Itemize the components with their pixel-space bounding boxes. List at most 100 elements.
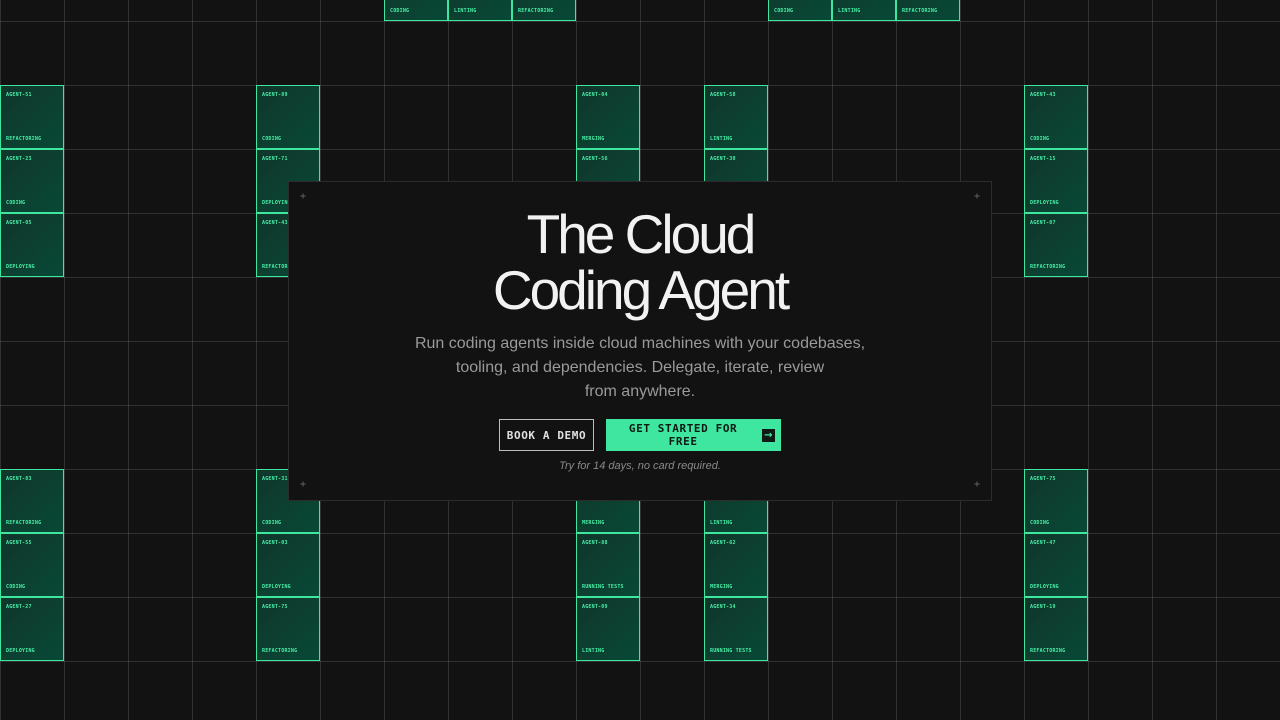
agent-tile: CODING (384, 0, 448, 21)
agent-tile: AGENT-62 MERGING (704, 533, 768, 597)
agent-tile-id: AGENT-30 (710, 156, 736, 162)
agent-tile: AGENT-47 DEPLOYING (1024, 533, 1088, 597)
agent-tile: AGENT-19 REFACTORING (1024, 597, 1088, 661)
agent-tile-status: LINTING (838, 8, 861, 14)
agent-tile-id: AGENT-47 (1030, 540, 1056, 546)
agent-grid-background: CODING LINTING REFACTORING CODING LINTIN… (0, 0, 1280, 720)
agent-tile-status: REFACTORING (6, 520, 42, 526)
agent-tile-id: AGENT-56 (582, 156, 608, 162)
agent-tile-status: CODING (390, 8, 410, 14)
agent-tile-status: REFACTORING (1030, 264, 1066, 270)
agent-tile: LINTING (832, 0, 896, 21)
hero-title-line: Coding Agent (492, 259, 790, 321)
agent-tile-id: AGENT-88 (582, 540, 608, 546)
agent-tile-status: CODING (1030, 520, 1050, 526)
agent-tile-id: AGENT-04 (582, 92, 608, 98)
hero-panel: + + + + The Cloud Coding Agent Run codin… (288, 181, 992, 501)
agent-tile: AGENT-58 LINTING (704, 85, 768, 149)
agent-tile-id: AGENT-03 (262, 540, 288, 546)
agent-tile-id: AGENT-75 (262, 604, 288, 610)
agent-tile: AGENT-07 REFACTORING (1024, 213, 1088, 277)
agent-tile-status: MERGING (582, 136, 605, 142)
agent-tile-id: AGENT-34 (710, 604, 736, 610)
agent-tile-status: REFACTORING (6, 136, 42, 142)
agent-tile-id: AGENT-43 (1030, 92, 1056, 98)
book-demo-label: BOOK A DEMO (506, 428, 587, 442)
get-started-button[interactable]: GET STARTED FOR FREE → (606, 419, 781, 451)
agent-tile: AGENT-05 DEPLOYING (0, 213, 64, 277)
agent-tile-status: LINTING (710, 136, 733, 142)
agent-tile-id: AGENT-83 (6, 476, 32, 482)
agent-tile: AGENT-89 CODING (256, 85, 320, 149)
agent-tile: REFACTORING (896, 0, 960, 21)
agent-tile-status: LINTING (582, 648, 605, 654)
agent-tile: AGENT-03 DEPLOYING (256, 533, 320, 597)
agent-tile-status: DEPLOYING (262, 584, 291, 590)
corner-plus-icon: + (973, 479, 981, 490)
agent-tile-status: DEPLOYING (6, 648, 35, 654)
agent-tile-status: DEPLOYING (1030, 200, 1059, 206)
agent-tile: LINTING (448, 0, 512, 21)
agent-tile-status: REFACTORING (1030, 648, 1066, 654)
agent-tile: AGENT-88 RUNNING TESTS (576, 533, 640, 597)
agent-tile-id: AGENT-43 (262, 220, 288, 226)
agent-tile: CODING (768, 0, 832, 21)
agent-tile-id: AGENT-89 (262, 92, 288, 98)
agent-tile-id: AGENT-58 (710, 92, 736, 98)
agent-tile-status: REFACTORING (902, 8, 938, 14)
agent-tile: AGENT-34 RUNNING TESTS (704, 597, 768, 661)
agent-tile-status: CODING (6, 200, 26, 206)
hero-subtitle: Run coding agents inside cloud machines … (409, 332, 871, 404)
arrow-right-icon: → (762, 428, 775, 442)
corner-plus-icon: + (299, 191, 307, 202)
agent-tile-status: RUNNING TESTS (710, 648, 752, 654)
agent-tile-id: AGENT-09 (582, 604, 608, 610)
agent-tile: AGENT-15 DEPLOYING (1024, 149, 1088, 213)
agent-tile-status: LINTING (454, 8, 477, 14)
agent-tile-id: AGENT-51 (6, 92, 32, 98)
agent-tile: AGENT-43 CODING (1024, 85, 1088, 149)
agent-tile-id: AGENT-71 (262, 156, 288, 162)
hero-title-line: The Cloud (526, 203, 757, 265)
agent-tile-status: DEPLOYING (262, 200, 291, 206)
agent-tile-status: DEPLOYING (6, 264, 35, 270)
agent-tile: REFACTORING (512, 0, 576, 21)
corner-plus-icon: + (299, 479, 307, 490)
get-started-label: GET STARTED FOR FREE (628, 422, 738, 448)
agent-tile: AGENT-75 REFACTORING (256, 597, 320, 661)
agent-tile-status: LINTING (710, 520, 733, 526)
agent-tile-id: AGENT-23 (6, 156, 32, 162)
corner-plus-icon: + (973, 191, 981, 202)
agent-tile-id: AGENT-07 (1030, 220, 1056, 226)
agent-tile-id: AGENT-55 (6, 540, 32, 546)
agent-tile: AGENT-09 LINTING (576, 597, 640, 661)
agent-tile: AGENT-75 CODING (1024, 469, 1088, 533)
hero-subtitle-line: Run coding agents inside cloud machines … (414, 335, 866, 352)
agent-tile-status: CODING (262, 136, 282, 142)
agent-tile-status: CODING (1030, 136, 1050, 142)
agent-tile: AGENT-51 REFACTORING (0, 85, 64, 149)
agent-tile-id: AGENT-05 (6, 220, 32, 226)
agent-tile: AGENT-55 CODING (0, 533, 64, 597)
agent-tile-id: AGENT-62 (710, 540, 736, 546)
agent-tile: AGENT-04 MERGING (576, 85, 640, 149)
agent-tile: AGENT-27 DEPLOYING (0, 597, 64, 661)
agent-tile-id: AGENT-15 (1030, 156, 1056, 162)
hero-subtitle-line: tooling, and dependencies. Delegate, ite… (455, 359, 825, 376)
agent-tile-status: CODING (262, 520, 282, 526)
agent-tile-status: DEPLOYING (1030, 584, 1059, 590)
agent-tile: AGENT-23 CODING (0, 149, 64, 213)
agent-tile-status: RUNNING TESTS (582, 584, 624, 590)
agent-tile-status: CODING (6, 584, 26, 590)
agent-tile-id: AGENT-19 (1030, 604, 1056, 610)
book-demo-button[interactable]: BOOK A DEMO (499, 419, 594, 451)
cta-row: BOOK A DEMO GET STARTED FOR FREE → (289, 419, 991, 451)
hero-subtitle-line: from anywhere. (584, 383, 696, 400)
agent-tile-status: REFACTORING (262, 648, 298, 654)
agent-tile-id: AGENT-27 (6, 604, 32, 610)
agent-tile-status: MERGING (710, 584, 733, 590)
agent-tile-status: MERGING (582, 520, 605, 526)
hero-title: The Cloud Coding Agent (289, 206, 991, 318)
agent-tile-id: AGENT-75 (1030, 476, 1056, 482)
agent-tile-status: CODING (774, 8, 794, 14)
